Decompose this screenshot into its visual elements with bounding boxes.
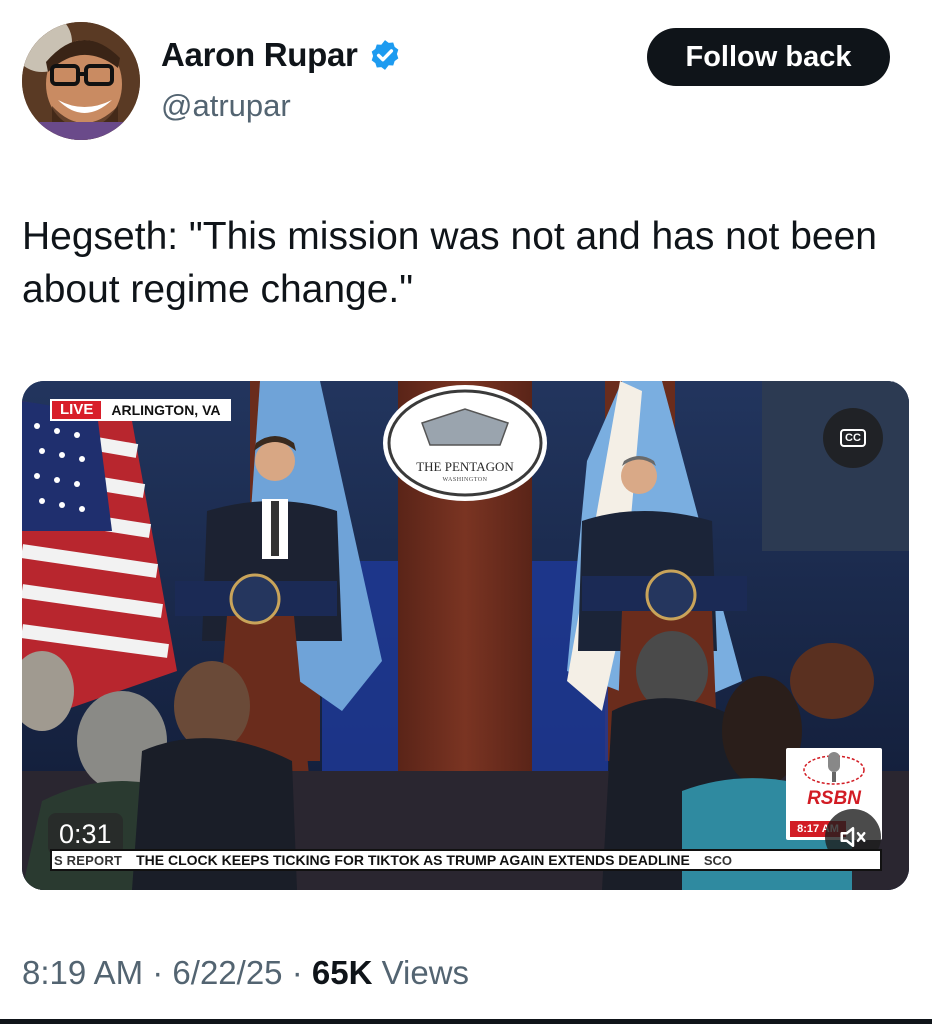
follow-back-button[interactable]: Follow back xyxy=(647,28,890,86)
verified-badge-icon[interactable] xyxy=(368,38,402,72)
location-label: ARLINGTON, VA xyxy=(101,401,229,419)
avatar-photo xyxy=(22,22,140,140)
ticker-tail: SCO xyxy=(703,852,733,868)
video-player[interactable]: LIVE ARLINGTON, VA THE PENTAGON WASHINGT… xyxy=(22,381,909,890)
rsbn-logo-text: RSBN xyxy=(807,788,861,809)
views-count[interactable]: 65K xyxy=(312,954,373,991)
tweet-time[interactable]: 8:19 AM xyxy=(22,954,143,991)
ticker-segment: S REPORT xyxy=(54,852,123,868)
podium-seal-subtext: WASHINGTON xyxy=(442,477,488,483)
divider xyxy=(0,1019,932,1024)
cc-icon: CC xyxy=(840,429,866,447)
video-frame xyxy=(22,381,909,890)
closed-captions-button[interactable]: CC xyxy=(823,408,883,468)
live-badge: LIVE ARLINGTON, VA xyxy=(50,399,231,421)
tweet-text: Hegseth: "This mission was not and has n… xyxy=(22,215,877,311)
podium-seal-text: THE PENTAGON xyxy=(416,459,514,474)
tweet-metadata: 8:19 AM · 6/22/25 · 65K Views xyxy=(22,954,469,992)
meta-separator: · xyxy=(291,954,303,991)
ticker-headline: THE CLOCK KEEPS TICKING FOR TIKTOK AS TR… xyxy=(136,852,690,868)
author-handle[interactable]: @atrupar xyxy=(161,88,291,124)
author-name[interactable]: Aaron Rupar xyxy=(161,36,358,74)
tweet-date[interactable]: 6/22/25 xyxy=(172,954,282,991)
microphone-icon xyxy=(803,752,865,785)
speaker-muted-icon xyxy=(840,827,866,847)
views-label[interactable]: Views xyxy=(382,954,469,991)
news-ticker: S REPORT THE CLOCK KEEPS TICKING FOR TIK… xyxy=(50,849,882,871)
live-label: LIVE xyxy=(52,401,102,419)
author-name-row: Aaron Rupar xyxy=(161,36,402,74)
meta-separator: · xyxy=(152,954,164,991)
author-avatar[interactable] xyxy=(22,22,140,140)
